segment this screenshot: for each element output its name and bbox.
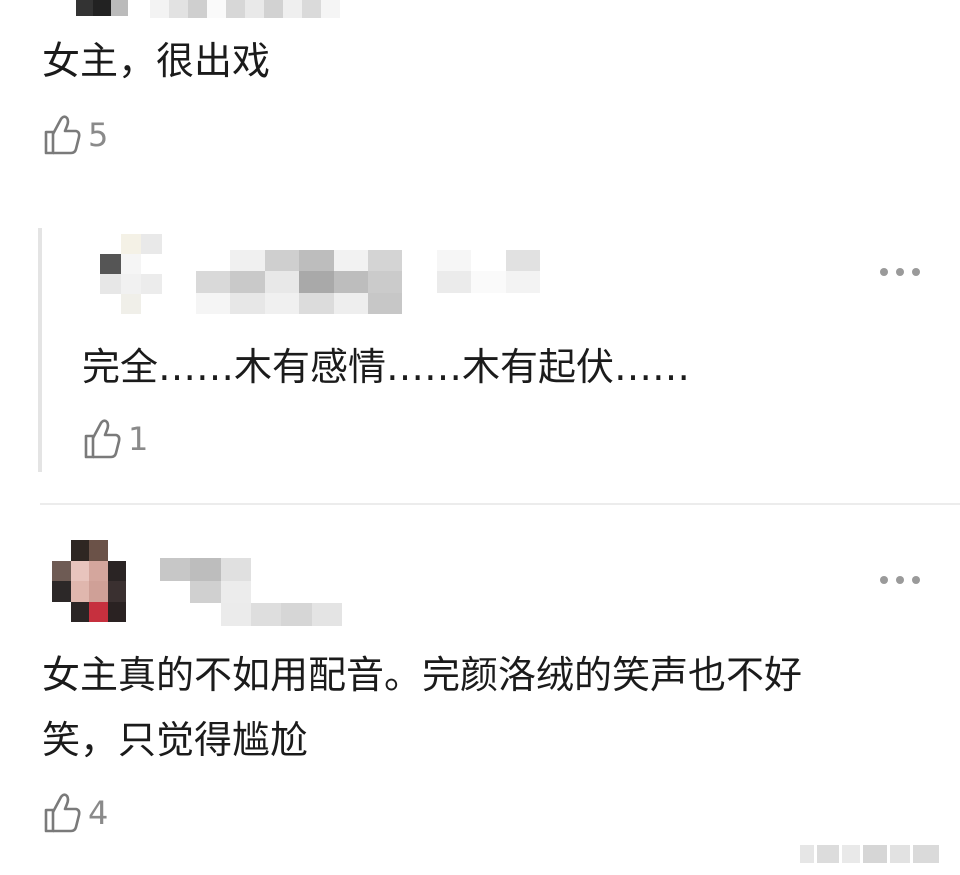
comment-3-text-line2: 笑，只觉得尴尬 <box>42 718 309 762</box>
comment-1-text: 女主，很出戏 <box>42 39 271 83</box>
thumbs-up-icon <box>84 419 121 459</box>
reply-like-button[interactable]: 1 <box>82 418 148 460</box>
reply-username[interactable] <box>196 250 540 314</box>
thumbs-up-icon <box>44 115 81 155</box>
comment-1-like-count: 5 <box>88 116 109 154</box>
comment-3-like-count: 4 <box>88 794 109 832</box>
reply-more-button[interactable] <box>880 265 920 279</box>
comment-1-avatar[interactable] <box>58 0 128 16</box>
comment-3-avatar[interactable] <box>52 540 126 622</box>
reply-like-count: 1 <box>128 420 149 458</box>
more-dot-icon <box>880 268 888 276</box>
reply-avatar[interactable] <box>100 234 162 314</box>
watermark-pixels <box>800 843 950 865</box>
comment-3-like-button[interactable]: 4 <box>42 792 108 834</box>
comment-1-like-button[interactable]: 5 <box>42 114 108 156</box>
thumbs-up-icon <box>44 793 81 833</box>
reply-text: 完全……木有感情……木有起伏…… <box>82 345 691 389</box>
comment-3-more-button[interactable] <box>880 573 920 587</box>
comment-1-username[interactable] <box>150 0 340 18</box>
more-dot-icon <box>880 576 888 584</box>
comment-3-username[interactable] <box>160 558 342 626</box>
reply-indent-bar <box>38 228 42 472</box>
comment-divider <box>40 503 960 505</box>
comment-3-text-line1: 女主真的不如用配音。完颜洛绒的笑声也不好 <box>42 653 803 697</box>
